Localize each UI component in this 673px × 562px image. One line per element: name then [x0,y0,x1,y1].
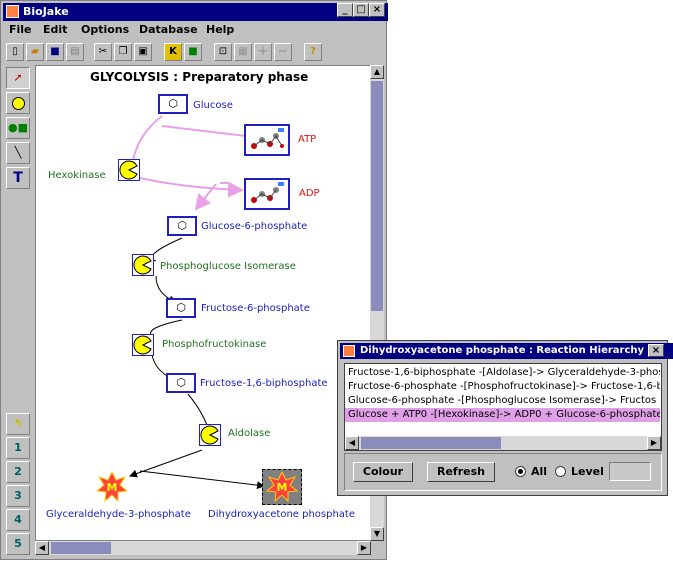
pfk-label: Phosphofructokinase [162,339,267,350]
hexokinase-enzyme-icon[interactable] [118,159,140,181]
circle-tool-icon[interactable] [6,92,30,114]
print-icon[interactable]: ▤ [66,43,84,61]
reaction-row-3[interactable]: Glucose-6-phosphate -[Phosphoglucose Iso… [345,394,660,408]
vertical-scroll-thumb[interactable] [371,81,383,311]
scroll-down-icon[interactable]: ▼ [370,527,384,541]
all-label: All [531,465,548,478]
reaction-hierarchy-dialog: Dihydroxyacetone phosphate : Reaction Hi… [337,340,673,496]
svg-text:M: M [277,481,288,494]
main-window: BioJake _ □ × File Edit Options Database… [0,0,388,560]
level-input[interactable] [609,462,651,481]
reaction-row-1[interactable]: Fructose-1,6-biphosphate -[Aldolase]-> G… [345,366,660,380]
aldolase-label: Aldolase [228,428,271,439]
f6p-label: Fructose-6-phosphate [201,303,310,314]
help-icon[interactable]: ? [304,43,322,61]
dialog-title: Dihydroxyacetone phosphate : Reaction Hi… [360,345,645,356]
grid-icon[interactable]: ▦ [234,43,252,61]
close-button[interactable]: × [369,3,385,17]
pfk-enzyme-icon[interactable] [132,334,154,356]
level-1-button[interactable]: 1 [6,437,30,459]
level-label: Level [571,465,604,478]
dialog-app-icon [343,345,355,357]
g3p-label: Glyceraldehyde-3-phosphate [46,509,191,520]
pgi-label: Phosphoglucose Isomerase [160,261,296,272]
horizontal-scroll-thumb[interactable] [51,542,111,554]
f16bp-label: Fructose-1,6-biphosphate [200,378,328,389]
menu-database[interactable]: Database [139,23,198,36]
dialog-controls: Colour Refresh All Level [344,453,662,491]
minimize-button[interactable]: _ [337,3,353,17]
level-4-button[interactable]: 4 [6,509,30,531]
g3p-metabolite-icon[interactable]: M [95,470,129,503]
cut-icon[interactable]: ✂ [94,43,112,61]
node-tool-icon[interactable]: ●■ [6,117,30,139]
reaction-list[interactable]: Fructose-1,6-biphosphate -[Aldolase]-> G… [344,363,662,451]
app-icon [6,5,19,18]
adp-label: ADP [299,188,320,199]
node-icon[interactable]: ⊡ [214,43,232,61]
dhap-label: Dihydroxyacetone phosphate [208,509,356,520]
atp-label: ATP [298,134,317,145]
pathway-canvas[interactable]: GLYCOLYSIS : Preparatory phase ⬡ Glucose… [35,65,371,541]
f6p-node-icon[interactable]: ⬡ [166,298,196,318]
glucose-label: Glucose [193,100,233,111]
title-bar: BioJake [3,3,388,21]
dialog-close-button[interactable]: × [648,344,664,357]
pgi-enzyme-icon[interactable] [132,254,154,276]
reaction-row-2[interactable]: Fructose-6-phosphate -[Phosphofructokina… [345,380,660,394]
dhap-metabolite-icon[interactable]: M [262,469,302,505]
g6p-node-icon[interactable]: ⬡ [167,216,197,236]
line-tool-icon[interactable]: ╲ [6,142,30,164]
aldolase-enzyme-icon[interactable] [199,424,221,446]
atp-molecule-icon[interactable] [244,124,290,156]
new-file-icon[interactable]: ▯ [6,43,24,61]
horizontal-scrollbar[interactable]: ◀ ▶ [35,541,371,555]
adp-molecule-icon[interactable] [244,178,290,210]
level-5-button[interactable]: 5 [6,533,30,555]
menu-file[interactable]: File [9,23,32,36]
scroll-right-icon[interactable]: ▶ [357,541,371,555]
scroll-left-icon[interactable]: ◀ [35,541,49,555]
level-3-button[interactable]: 3 [6,485,30,507]
level-tool-icon[interactable]: ↰ [6,413,30,435]
zoom-in-icon[interactable]: + [254,43,272,61]
menu-options[interactable]: Options [81,23,129,36]
glucose-node-icon[interactable]: ⬡ [158,94,188,114]
paste-icon[interactable]: ▣ [134,43,152,61]
level-radio-button[interactable] [555,466,566,477]
menu-edit[interactable]: Edit [43,23,67,36]
f16bp-node-icon[interactable]: ⬡ [166,373,196,393]
g6p-label: Glucose-6-phosphate [201,221,308,232]
reaction-row-4-selected[interactable]: Glucose + ATP0 -[Hexokinase]-> ADP0 + Gl… [345,408,660,422]
hexokinase-label: Hexokinase [48,170,106,181]
level-2-button[interactable]: 2 [6,461,30,483]
list-scroll-right-icon[interactable]: ▶ [647,436,661,450]
text-tool-icon[interactable]: T [6,167,30,189]
k-icon[interactable]: K [164,43,182,61]
menu-help[interactable]: Help [206,23,234,36]
maximize-button[interactable]: □ [353,3,369,17]
copy-icon[interactable]: ❐ [114,43,132,61]
open-folder-icon[interactable]: ▰ [26,43,44,61]
list-horizontal-scrollbar[interactable]: ◀ ▶ [345,436,661,450]
zoom-out-icon[interactable]: − [274,43,292,61]
scroll-up-icon[interactable]: ▲ [370,65,384,79]
dialog-title-bar: Dihydroxyacetone phosphate : Reaction Hi… [340,343,673,359]
svg-text:M: M [107,481,118,494]
pointer-tool-icon[interactable]: ➚ [6,67,30,89]
save-icon[interactable]: ■ [46,43,64,61]
refresh-button[interactable]: Refresh [427,462,495,482]
database-icon[interactable]: ■ [184,43,202,61]
colour-button[interactable]: Colour [353,462,413,482]
list-scroll-left-icon[interactable]: ◀ [345,436,359,450]
list-scroll-thumb[interactable] [361,437,501,449]
all-radio-button[interactable] [515,466,526,477]
window-title: BioJake [23,5,69,18]
